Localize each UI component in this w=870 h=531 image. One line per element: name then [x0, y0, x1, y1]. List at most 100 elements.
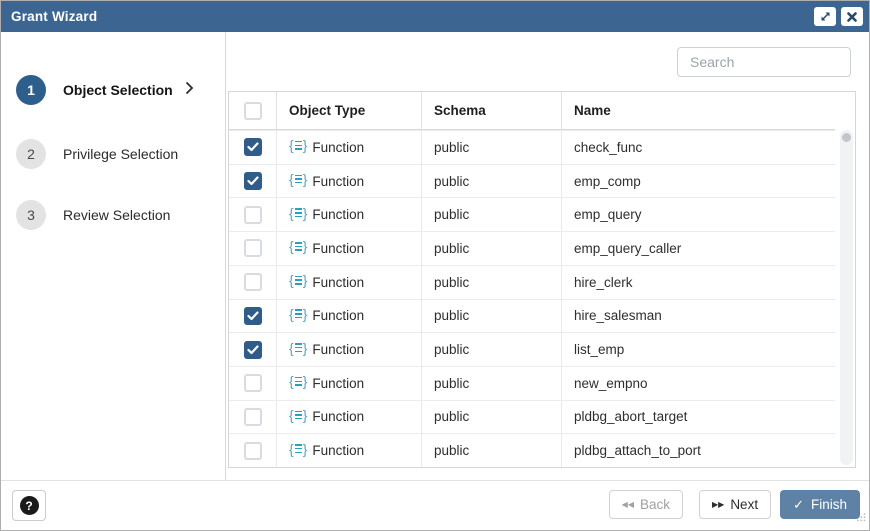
name-cell: new_empno — [562, 367, 835, 400]
function-icon: {} — [289, 307, 307, 321]
wizard-step-review-selection[interactable]: 3 Review Selection — [16, 200, 170, 230]
row-checkbox[interactable] — [244, 408, 262, 426]
object-type-cell: Function — [312, 241, 364, 256]
table-row[interactable]: {} Function public pldbg_attach_to_port — [229, 433, 835, 467]
column-header-object-type: Object Type — [277, 92, 422, 129]
name-cell: emp_comp — [562, 165, 835, 198]
steps-panel: 1 Object Selection 2 Privilege Selection… — [1, 32, 226, 480]
table-row[interactable]: {} Function public emp_query_caller — [229, 231, 835, 265]
row-checkbox[interactable] — [244, 138, 262, 156]
next-button-label: Next — [730, 497, 758, 512]
table-scrollbar-thumb[interactable] — [842, 133, 851, 142]
function-icon: {} — [289, 239, 307, 253]
column-header-name: Name — [562, 92, 835, 129]
step-label: Object Selection — [63, 82, 173, 98]
table-scrollbar-track[interactable] — [840, 130, 853, 465]
resize-grip[interactable] — [856, 509, 866, 527]
object-type-cell: Function — [312, 308, 364, 323]
name-cell: check_func — [562, 131, 835, 164]
row-checkbox[interactable] — [244, 273, 262, 291]
select-all-checkbox[interactable] — [244, 102, 262, 120]
row-checkbox[interactable] — [244, 374, 262, 392]
close-icon — [847, 12, 857, 22]
help-icon: ? — [20, 496, 39, 515]
function-icon: {} — [289, 374, 307, 388]
schema-cell: public — [422, 232, 562, 265]
name-cell: emp_query_caller — [562, 232, 835, 265]
footer: ? ◀◀ Back ▶▶ Next ✓ Finish — [1, 480, 869, 530]
function-icon: {} — [289, 273, 307, 287]
function-icon: {} — [289, 442, 307, 456]
schema-cell: public — [422, 131, 562, 164]
schema-cell: public — [422, 367, 562, 400]
name-cell: hire_clerk — [562, 266, 835, 299]
close-button[interactable] — [841, 7, 863, 26]
search-input[interactable] — [677, 47, 851, 77]
object-type-cell: Function — [312, 443, 364, 458]
name-cell: hire_salesman — [562, 300, 835, 333]
checkmark-icon: ✓ — [793, 497, 804, 513]
double-left-arrow-icon: ◀◀ — [622, 500, 634, 509]
wizard-step-object-selection[interactable]: 1 Object Selection — [16, 75, 194, 105]
chevron-right-icon — [185, 81, 194, 100]
schema-cell: public — [422, 266, 562, 299]
schema-cell: public — [422, 333, 562, 366]
step-label: Review Selection — [63, 207, 170, 223]
table-row[interactable]: {} Function public list_emp — [229, 332, 835, 366]
schema-cell: public — [422, 401, 562, 434]
object-type-cell: Function — [312, 409, 364, 424]
object-type-cell: Function — [312, 140, 364, 155]
row-checkbox[interactable] — [244, 307, 262, 325]
object-type-cell: Function — [312, 275, 364, 290]
step-label: Privilege Selection — [63, 146, 178, 162]
row-checkbox[interactable] — [244, 442, 262, 460]
help-button[interactable]: ? — [12, 490, 46, 521]
function-icon: {} — [289, 172, 307, 186]
double-right-arrow-icon: ▶▶ — [712, 500, 724, 509]
table-row[interactable]: {} Function public hire_salesman — [229, 299, 835, 333]
name-cell: pldbg_attach_to_port — [562, 434, 835, 467]
step-number: 2 — [16, 139, 46, 169]
schema-cell: public — [422, 300, 562, 333]
schema-cell: public — [422, 434, 562, 467]
finish-button[interactable]: ✓ Finish — [780, 490, 860, 519]
object-type-cell: Function — [312, 376, 364, 391]
maximize-button[interactable] — [814, 7, 836, 26]
row-checkbox[interactable] — [244, 341, 262, 359]
table-row[interactable]: {} Function public new_empno — [229, 366, 835, 400]
function-icon: {} — [289, 138, 307, 152]
step-number: 1 — [16, 75, 46, 105]
table-row[interactable]: {} Function public emp_comp — [229, 164, 835, 198]
row-checkbox[interactable] — [244, 172, 262, 190]
table-row[interactable]: {} Function public pldbg_abort_target — [229, 400, 835, 434]
name-cell: pldbg_abort_target — [562, 401, 835, 434]
finish-button-label: Finish — [811, 497, 847, 512]
back-button[interactable]: ◀◀ Back — [609, 490, 683, 519]
name-cell: emp_query — [562, 198, 835, 231]
column-header-schema: Schema — [422, 92, 562, 129]
table-row[interactable]: {} Function public emp_query — [229, 197, 835, 231]
row-checkbox[interactable] — [244, 239, 262, 257]
function-icon: {} — [289, 206, 307, 220]
titlebar: Grant Wizard — [1, 1, 869, 32]
back-button-label: Back — [640, 497, 670, 512]
table-row[interactable]: {} Function public check_func — [229, 130, 835, 164]
dialog-title: Grant Wizard — [11, 9, 809, 24]
object-type-cell: Function — [312, 342, 364, 357]
table-header-row: Object Type Schema Name — [229, 92, 835, 130]
object-type-cell: Function — [312, 174, 364, 189]
wizard-step-privilege-selection[interactable]: 2 Privilege Selection — [16, 139, 178, 169]
next-button[interactable]: ▶▶ Next — [699, 490, 771, 519]
table-row[interactable]: {} Function public hire_clerk — [229, 265, 835, 299]
schema-cell: public — [422, 165, 562, 198]
step-number: 3 — [16, 200, 46, 230]
objects-table: Object Type Schema Name {} Function publ… — [228, 91, 856, 468]
object-type-cell: Function — [312, 207, 364, 222]
schema-cell: public — [422, 198, 562, 231]
name-cell: list_emp — [562, 333, 835, 366]
grant-wizard-dialog: Grant Wizard 1 Object Selection — [0, 0, 870, 531]
row-checkbox[interactable] — [244, 206, 262, 224]
function-icon: {} — [289, 408, 307, 422]
function-icon: {} — [289, 341, 307, 355]
maximize-icon — [820, 11, 831, 22]
